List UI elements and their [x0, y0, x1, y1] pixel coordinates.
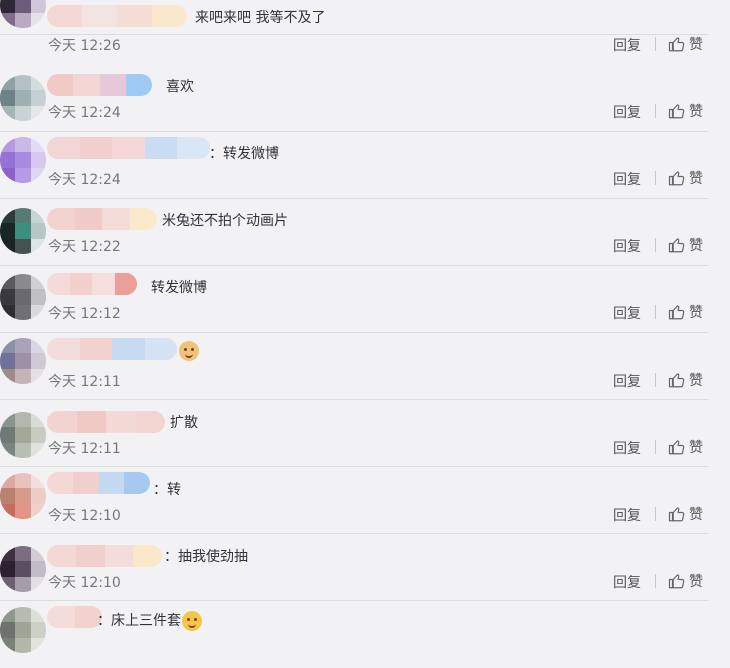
comment-row: 喜欢 今天 12:24 回复 赞	[0, 65, 708, 132]
comment-text: ：转	[153, 482, 181, 498]
thumbs-up-icon	[668, 373, 685, 388]
thumbs-up-icon	[668, 171, 685, 186]
username-blurred[interactable]	[47, 472, 150, 494]
thumbs-up-icon	[668, 574, 685, 589]
comment-time: 今天 12:10	[48, 575, 121, 591]
avatar[interactable]	[0, 208, 46, 254]
comment-time: 今天 12:24	[48, 172, 121, 188]
cat-face-icon	[179, 341, 199, 361]
username-blurred[interactable]	[47, 137, 210, 159]
reply-button[interactable]: 回复	[613, 236, 641, 256]
avatar[interactable]	[0, 546, 46, 592]
like-button[interactable]: 赞	[668, 101, 703, 121]
username-blurred[interactable]	[47, 545, 162, 567]
username-blurred[interactable]	[47, 208, 157, 230]
comment-time: 今天 12:22	[48, 239, 121, 255]
like-button[interactable]: 赞	[668, 437, 703, 457]
action-divider	[655, 305, 656, 319]
like-label: 赞	[689, 507, 703, 523]
comment-text: ：床上三件套	[97, 610, 202, 631]
like-button[interactable]: 赞	[668, 235, 703, 255]
action-divider	[655, 507, 656, 521]
reply-button[interactable]: 回复	[613, 35, 641, 55]
username-blurred[interactable]	[47, 338, 177, 360]
action-divider	[655, 373, 656, 387]
comment-time: 今天 12:11	[48, 441, 121, 457]
comment-text: ：抽我使劲抽	[164, 549, 248, 565]
comment-time: 今天 12:24	[48, 105, 121, 121]
like-label: 赞	[689, 440, 703, 456]
thumbs-up-icon	[668, 440, 685, 455]
avatar[interactable]	[0, 75, 46, 121]
reply-button[interactable]: 回复	[613, 505, 641, 525]
comment-time: 今天 12:26	[48, 38, 121, 54]
avatar[interactable]	[0, 338, 46, 384]
comment-row: ：转发微博 今天 12:24 回复 赞	[0, 132, 708, 199]
username-blurred[interactable]	[47, 5, 187, 27]
action-divider	[655, 171, 656, 185]
like-button[interactable]: 赞	[668, 571, 703, 591]
comment-row: 米兔还不拍个动画片 今天 12:22 回复 赞	[0, 199, 708, 266]
smile-face-icon	[182, 611, 202, 631]
action-divider	[655, 238, 656, 252]
like-label: 赞	[689, 305, 703, 321]
comment-row: 来吧来吧 我等不及了 今天 12:26 回复 赞	[0, 0, 708, 54]
comment-text	[178, 341, 199, 361]
thumbs-up-icon	[668, 104, 685, 119]
reply-button[interactable]: 回复	[613, 303, 641, 323]
action-divider	[655, 104, 656, 118]
comment-text: 来吧来吧 我等不及了	[195, 10, 326, 26]
username-blurred[interactable]	[47, 273, 137, 295]
comment-time: 今天 12:11	[48, 374, 121, 390]
like-button[interactable]: 赞	[668, 370, 703, 390]
avatar[interactable]	[0, 137, 46, 183]
action-divider	[655, 440, 656, 454]
like-button[interactable]: 赞	[668, 168, 703, 188]
comment-text: 喜欢	[166, 79, 194, 95]
comment-time: 今天 12:10	[48, 508, 121, 524]
reply-button[interactable]: 回复	[613, 572, 641, 592]
comment-text: 米兔还不拍个动画片	[162, 213, 288, 229]
thumbs-up-icon	[668, 37, 685, 52]
avatar[interactable]	[0, 607, 46, 653]
comment-row: ：床上三件套	[0, 601, 708, 668]
reply-button[interactable]: 回复	[613, 438, 641, 458]
like-label: 赞	[689, 37, 703, 53]
avatar[interactable]	[0, 0, 46, 28]
avatar[interactable]	[0, 412, 46, 458]
like-button[interactable]: 赞	[668, 34, 703, 54]
comment-text: ：转发微博	[209, 146, 279, 162]
avatar[interactable]	[0, 274, 46, 320]
like-button[interactable]: 赞	[668, 302, 703, 322]
action-divider	[655, 574, 656, 588]
reply-button[interactable]: 回复	[613, 371, 641, 391]
like-label: 赞	[689, 171, 703, 187]
like-label: 赞	[689, 104, 703, 120]
comment-text: 转发微博	[151, 280, 207, 296]
avatar[interactable]	[0, 473, 46, 519]
comment-text: 扩散	[170, 415, 198, 431]
reply-button[interactable]: 回复	[613, 102, 641, 122]
like-button[interactable]: 赞	[668, 504, 703, 524]
comment-row: 今天 12:11 回复 赞	[0, 333, 708, 400]
thumbs-up-icon	[668, 507, 685, 522]
comment-row: 扩散 今天 12:11 回复 赞	[0, 400, 708, 467]
username-blurred[interactable]	[47, 74, 152, 96]
like-label: 赞	[689, 373, 703, 389]
action-divider	[655, 37, 656, 51]
like-label: 赞	[689, 574, 703, 590]
comment-row: 转发微博 今天 12:12 回复 赞	[0, 266, 708, 333]
username-blurred[interactable]	[47, 411, 165, 433]
like-label: 赞	[689, 238, 703, 254]
username-blurred[interactable]	[47, 606, 102, 628]
comment-row: ：转 今天 12:10 回复 赞	[0, 467, 708, 534]
comment-row: ：抽我使劲抽 今天 12:10 回复 赞	[0, 534, 708, 601]
thumbs-up-icon	[668, 238, 685, 253]
reply-button[interactable]: 回复	[613, 169, 641, 189]
comment-time: 今天 12:12	[48, 306, 121, 322]
thumbs-up-icon	[668, 305, 685, 320]
